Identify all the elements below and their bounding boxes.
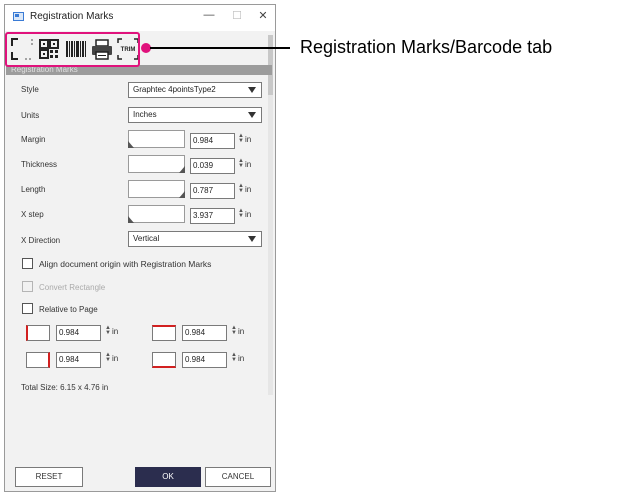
top-left-corner-icon [26, 325, 50, 341]
slider-handle[interactable] [179, 191, 185, 198]
margin-label: Margin [21, 135, 46, 144]
cancel-button[interactable]: CANCEL [205, 467, 271, 487]
spinner-icon[interactable]: ▲ ▼ [238, 208, 244, 219]
slider-handle[interactable] [128, 216, 134, 223]
chevron-down-icon [248, 87, 256, 93]
bottom-right-corner-icon [152, 352, 176, 368]
top-left-offset-unit: in [112, 327, 119, 336]
margin-slider[interactable] [128, 130, 185, 148]
registration-marks-dialog: Registration Marks — ☐ ✕ TRIM Registrati… [4, 4, 276, 492]
x-direction-label: X Direction [21, 236, 61, 245]
bottom-left-corner-icon [26, 352, 50, 368]
top-right-corner-icon [152, 325, 176, 341]
x-step-unit: in [245, 210, 252, 219]
tab-highlight-box [5, 32, 140, 67]
style-dropdown[interactable]: Graphtec 4pointsType2 [128, 82, 262, 98]
length-slider[interactable] [128, 180, 185, 198]
bottom-left-offset-unit: in [112, 354, 119, 363]
bottom-right-offset-unit: in [238, 354, 245, 363]
x-direction-value: Vertical [133, 234, 160, 243]
length-unit: in [245, 185, 252, 194]
minimize-button[interactable]: — [197, 9, 221, 21]
spinner-icon[interactable]: ▲ ▼ [105, 352, 111, 363]
align-origin-label: Align document origin with Registration … [39, 259, 212, 269]
units-dropdown[interactable]: Inches [128, 107, 262, 123]
thickness-input[interactable]: 0.039 [190, 158, 235, 174]
margin-unit: in [245, 135, 252, 144]
convert-rectangle-checkbox[interactable] [22, 281, 33, 292]
slider-handle[interactable] [179, 166, 185, 173]
units-value: Inches [133, 110, 157, 119]
spinner-icon[interactable]: ▲ ▼ [231, 352, 237, 363]
x-step-slider[interactable] [128, 205, 185, 223]
ok-button[interactable]: OK [135, 467, 201, 487]
chevron-down-icon [248, 236, 256, 242]
align-origin-checkbox[interactable] [22, 258, 33, 269]
bottom-right-offset-input[interactable]: 0.984 [182, 352, 227, 368]
x-direction-dropdown[interactable]: Vertical [128, 231, 262, 247]
chevron-down-icon [248, 112, 256, 118]
maximize-button[interactable]: ☐ [225, 9, 249, 22]
x-step-label: X step [21, 210, 44, 219]
x-step-input[interactable]: 3.937 [190, 208, 235, 224]
thickness-unit: in [245, 160, 252, 169]
convert-rectangle-label: Convert Rectangle [39, 283, 106, 292]
close-button[interactable]: ✕ [251, 9, 275, 22]
spinner-icon[interactable]: ▲ ▼ [105, 325, 111, 336]
margin-input[interactable]: 0.984 [190, 133, 235, 149]
units-label: Units [21, 111, 40, 120]
callout-label: Registration Marks/Barcode tab [300, 37, 553, 57]
spinner-icon[interactable]: ▲ ▼ [238, 183, 244, 194]
spinner-icon[interactable]: ▲ ▼ [231, 325, 237, 336]
top-left-offset-input[interactable]: 0.984 [56, 325, 101, 341]
window-title: Registration Marks [30, 11, 114, 22]
bottom-left-offset-input[interactable]: 0.984 [56, 352, 101, 368]
slider-handle[interactable] [128, 141, 134, 148]
top-right-offset-unit: in [238, 327, 245, 336]
style-value: Graphtec 4pointsType2 [133, 85, 216, 94]
reset-button[interactable]: RESET [15, 467, 83, 487]
title-bar[interactable]: Registration Marks — ☐ ✕ [5, 5, 275, 31]
relative-to-page-checkbox[interactable] [22, 303, 33, 314]
length-input[interactable]: 0.787 [190, 183, 235, 199]
length-label: Length [21, 185, 46, 194]
thickness-slider[interactable] [128, 155, 185, 173]
relative-to-page-label: Relative to Page [39, 305, 98, 314]
app-icon [13, 12, 24, 21]
top-right-offset-input[interactable]: 0.984 [182, 325, 227, 341]
thickness-label: Thickness [21, 160, 58, 169]
callout-line [150, 47, 290, 49]
spinner-icon[interactable]: ▲ ▼ [238, 133, 244, 144]
total-size-text: Total Size: 6.15 x 4.76 in [21, 383, 109, 392]
spinner-icon[interactable]: ▲ ▼ [238, 158, 244, 169]
style-label: Style [21, 85, 39, 94]
